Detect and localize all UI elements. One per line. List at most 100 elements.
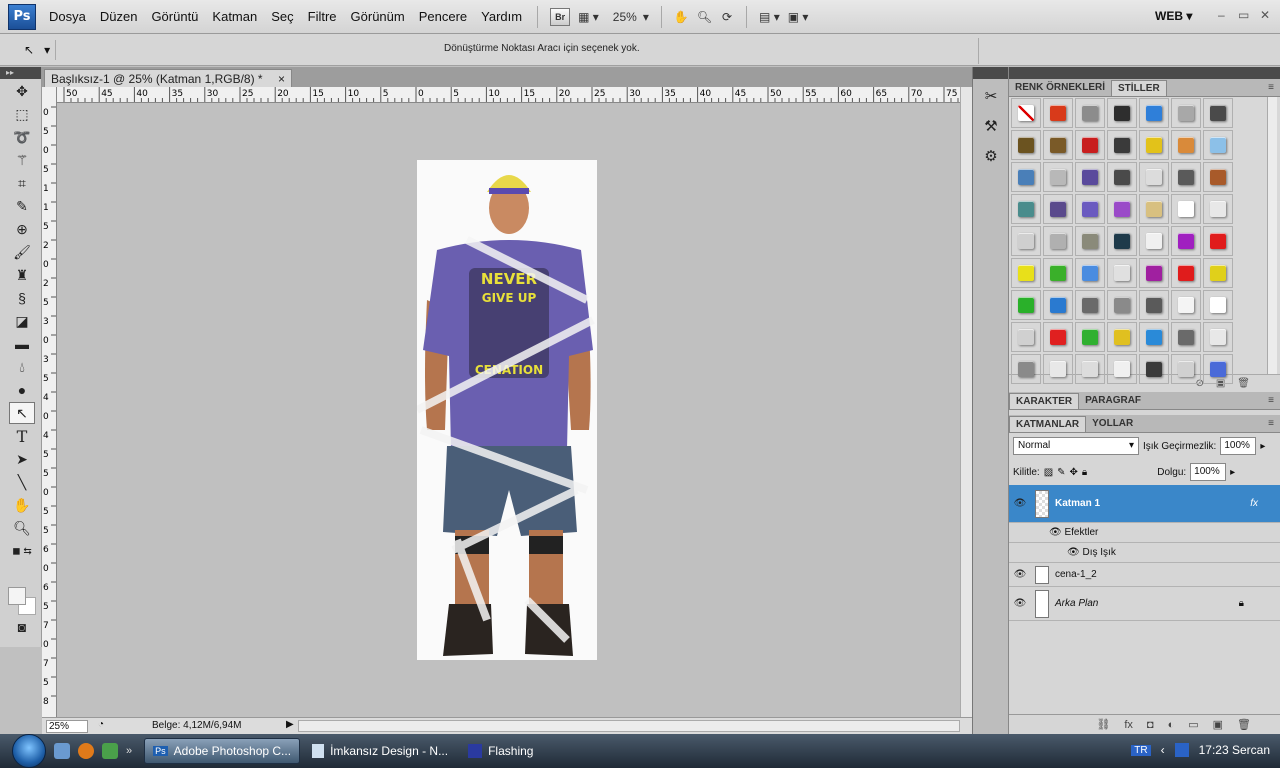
style-swatch[interactable] xyxy=(1107,194,1137,224)
close-icon[interactable]: × xyxy=(278,72,285,86)
tool-preset-picker[interactable]: ↖ ▾ xyxy=(12,40,56,60)
style-swatch[interactable] xyxy=(1011,162,1041,192)
style-swatch[interactable] xyxy=(1043,226,1073,256)
minimize-icon[interactable]: – xyxy=(1218,8,1225,22)
firefox-icon[interactable] xyxy=(78,743,94,759)
style-swatch[interactable] xyxy=(1203,354,1233,384)
lasso-tool[interactable]: ➰ xyxy=(9,126,35,148)
menu-yardim[interactable]: Yardım xyxy=(474,9,529,24)
close-icon[interactable]: ✕ xyxy=(1260,8,1270,22)
dodge-tool[interactable]: ● xyxy=(9,379,35,401)
style-swatch[interactable] xyxy=(1011,290,1041,320)
status-menu-arrow[interactable]: ▶ xyxy=(286,719,294,730)
eraser-tool[interactable]: ◪ xyxy=(9,310,35,332)
add-style-icon[interactable]: fx xyxy=(1124,719,1133,731)
quick-selection-tool[interactable]: ⚚ xyxy=(9,149,35,171)
style-swatch[interactable] xyxy=(1011,322,1041,352)
lock-pixels-icon[interactable]: ✎ xyxy=(1057,467,1065,478)
document-tab[interactable]: Başlıksız-1 @ 25% (Katman 1,RGB/8) * × xyxy=(44,69,292,87)
style-swatch[interactable] xyxy=(1075,194,1105,224)
style-swatch[interactable] xyxy=(1203,226,1233,256)
fill-slider-arrow[interactable]: ▸ xyxy=(1230,467,1235,478)
style-swatch[interactable] xyxy=(1043,322,1073,352)
style-swatch[interactable] xyxy=(1011,194,1041,224)
start-button[interactable] xyxy=(12,734,46,768)
style-swatch[interactable] xyxy=(1139,98,1169,128)
style-swatch[interactable] xyxy=(1171,290,1201,320)
panel-collapse-strip[interactable]: ▸▸ xyxy=(0,67,41,79)
style-swatch[interactable] xyxy=(1011,98,1041,128)
layer-outer-glow-row[interactable]: 👁︎ Dış Işık xyxy=(1009,543,1280,563)
marquee-tool[interactable]: ⬚ xyxy=(9,103,35,125)
tab-paths[interactable]: YOLLAR xyxy=(1086,416,1139,432)
restore-icon[interactable]: ▭ xyxy=(1238,8,1249,22)
style-swatch[interactable] xyxy=(1139,130,1169,160)
style-swatch[interactable] xyxy=(1011,226,1041,256)
style-swatch[interactable] xyxy=(1043,162,1073,192)
style-swatch[interactable] xyxy=(1107,290,1137,320)
menu-goruntu[interactable]: Görüntü xyxy=(144,9,205,24)
style-swatch[interactable] xyxy=(1203,130,1233,160)
style-swatch[interactable] xyxy=(1203,258,1233,288)
crop-tool[interactable]: ⌗ xyxy=(9,172,35,194)
hand-tool[interactable]: ✋ xyxy=(9,494,35,516)
eye-icon[interactable]: 👁︎ xyxy=(1009,598,1031,609)
menu-katman[interactable]: Katman xyxy=(205,9,264,24)
menu-gorunum[interactable]: Görünüm xyxy=(344,9,412,24)
tool-presets-button[interactable]: ✂ xyxy=(978,83,1004,109)
menu-pencere[interactable]: Pencere xyxy=(412,9,474,24)
status-zoom-field[interactable]: 25% xyxy=(46,720,88,733)
lock-transparency-icon[interactable]: ▨ xyxy=(1044,467,1053,478)
style-swatch[interactable] xyxy=(1139,258,1169,288)
style-swatch[interactable] xyxy=(1139,354,1169,384)
clock[interactable]: 17:23 Sercan xyxy=(1199,743,1270,757)
opacity-field[interactable]: 100% xyxy=(1220,437,1257,455)
layer-effects-row[interactable]: 👁︎ Efektler xyxy=(1009,523,1280,543)
fx-icon[interactable]: fx xyxy=(1250,498,1258,509)
style-swatch[interactable] xyxy=(1075,226,1105,256)
link-layers-icon[interactable]: ⛓ xyxy=(1096,718,1110,731)
delete-layer-icon[interactable]: 🗑︎ xyxy=(1237,718,1251,731)
tab-styles[interactable]: STİLLER xyxy=(1111,80,1167,96)
clone-stamp-tool[interactable]: ♜ xyxy=(9,264,35,286)
layer-row-background[interactable]: 👁︎ Arka Plan 🔒︎ xyxy=(1009,587,1280,621)
quick-mask-button[interactable]: ◙ xyxy=(9,616,35,638)
language-indicator[interactable]: TR xyxy=(1131,744,1151,756)
style-swatch[interactable] xyxy=(1171,258,1201,288)
blur-tool[interactable]: 💧︎ xyxy=(9,356,35,378)
task-photoshop[interactable]: Ps Adobe Photoshop C... xyxy=(144,738,301,764)
eye-icon[interactable]: 👁︎ xyxy=(1049,527,1062,538)
vertical-scrollbar[interactable] xyxy=(960,87,972,717)
screen-mode-button[interactable]: ▣ ▾ xyxy=(784,6,813,28)
move-tool[interactable]: ✥ xyxy=(9,80,35,102)
panel-collapse-strip[interactable] xyxy=(973,67,1008,79)
path-selection-tool[interactable]: ➤ xyxy=(9,448,35,470)
add-mask-icon[interactable]: ◘ xyxy=(1147,719,1154,731)
document-canvas[interactable]: NEVER GIVE UP CENATION xyxy=(415,160,597,660)
style-swatch[interactable] xyxy=(1171,322,1201,352)
style-swatch[interactable] xyxy=(1107,130,1137,160)
rotate-view-button[interactable]: ⟳ xyxy=(716,6,738,28)
style-swatch[interactable] xyxy=(1075,130,1105,160)
tab-character[interactable]: KARAKTER xyxy=(1009,393,1080,409)
style-swatch[interactable] xyxy=(1107,322,1137,352)
task-flashing[interactable]: Flashing xyxy=(460,738,541,764)
style-swatch[interactable] xyxy=(1107,354,1137,384)
style-swatch[interactable] xyxy=(1011,354,1041,384)
tab-swatches[interactable]: RENK ÖRNEKLERİ xyxy=(1009,80,1111,96)
zoom-level-dropdown[interactable]: 25% ▾ xyxy=(603,6,653,28)
style-swatch[interactable] xyxy=(1139,162,1169,192)
style-swatch[interactable] xyxy=(1171,226,1201,256)
style-swatch[interactable] xyxy=(1171,194,1201,224)
panel-menu-icon[interactable]: ≡ xyxy=(1268,395,1274,406)
clone-source-button[interactable]: ⚙ xyxy=(978,143,1004,169)
style-swatch[interactable] xyxy=(1075,98,1105,128)
style-swatch[interactable] xyxy=(1139,322,1169,352)
view-extras-button[interactable]: ▦ ▾ xyxy=(574,6,603,28)
photoshop-logo[interactable]: Ps xyxy=(8,3,36,30)
style-swatch[interactable] xyxy=(1043,130,1073,160)
style-swatch[interactable] xyxy=(1171,130,1201,160)
layer-row-katman-1[interactable]: 👁︎ Katman 1 fx xyxy=(1009,485,1280,523)
status-info-icon[interactable]: ◔ xyxy=(98,719,104,730)
style-swatch[interactable] xyxy=(1139,226,1169,256)
